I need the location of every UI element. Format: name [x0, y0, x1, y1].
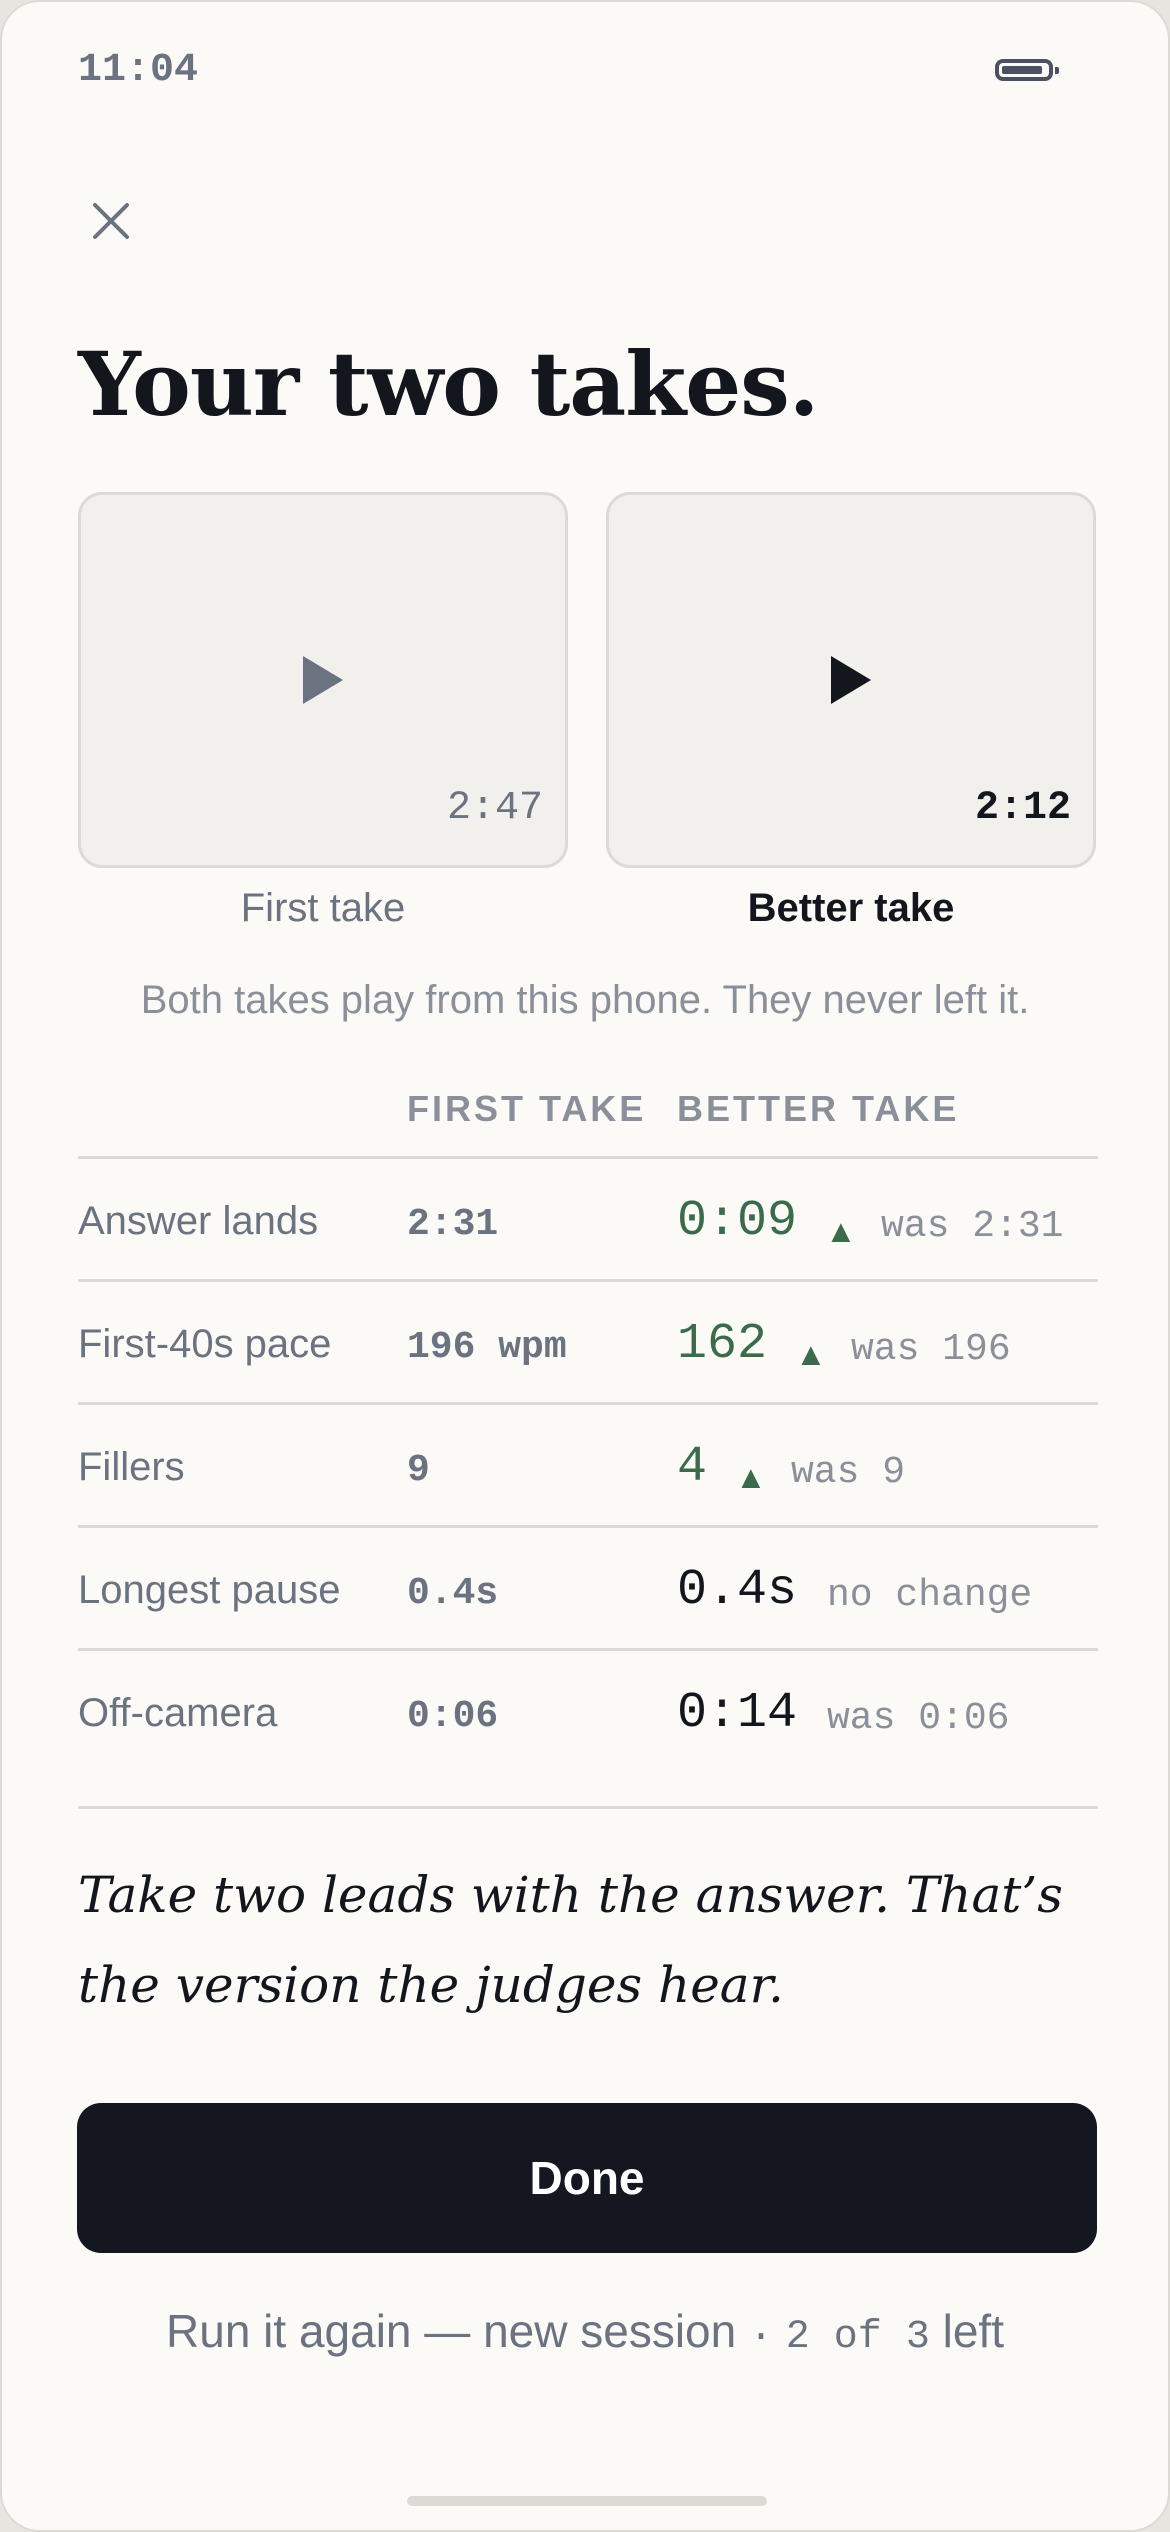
comparison-row: First-40s pace 196 wpm 162 ▲ was 196 — [78, 1282, 1098, 1402]
play-icon — [303, 656, 343, 704]
improvement-arrow-icon: ▲ — [735, 1459, 767, 1495]
better-value: 0:14 — [677, 1685, 798, 1742]
delta-note: was 196 — [851, 1328, 1011, 1371]
metric-label: Fillers — [78, 1445, 185, 1489]
comparison-row: Off-camera 0:06 0:14 was 0:06 — [78, 1651, 1098, 1771]
first-take-duration: 2:47 — [446, 786, 543, 831]
comparison-row: Answer lands 2:31 0:09 ▲ was 2:31 — [78, 1159, 1098, 1279]
improvement-arrow-icon: ▲ — [795, 1336, 827, 1372]
column-header-better: BETTER TAKE — [677, 1088, 960, 1129]
better-take-duration: 2:12 — [974, 786, 1071, 831]
sessions-left-count: 2 of 3 — [785, 2315, 930, 2360]
delta-note: was 9 — [791, 1451, 906, 1494]
run-again-text: Run it again — new session — [166, 2305, 737, 2357]
first-value: 196 wpm — [407, 1326, 567, 1369]
first-take-video[interactable]: 2:47 — [78, 492, 568, 868]
delta-note: no change — [827, 1574, 1033, 1617]
delta-note: was 0:06 — [827, 1697, 1010, 1740]
page-title: Your two takes. — [78, 332, 819, 436]
first-value: 0:06 — [407, 1695, 499, 1738]
first-take-label: First take — [240, 886, 406, 930]
run-again-link[interactable]: Run it again — new session · 2 of 3 left — [2, 2304, 1168, 2360]
battery-icon — [995, 59, 1059, 81]
comparison-row: Longest pause 0.4s 0.4s no change — [78, 1528, 1098, 1648]
close-icon — [93, 203, 129, 239]
metric-label: Off-camera — [78, 1691, 278, 1735]
privacy-note: Both takes play from this phone. They ne… — [140, 978, 1030, 1022]
column-header-first: FIRST TAKE — [407, 1088, 647, 1129]
better-value: 0.4s — [677, 1562, 798, 1619]
metric-label: Answer lands — [78, 1199, 319, 1243]
home-indicator[interactable] — [407, 2496, 767, 2506]
first-value: 0.4s — [407, 1572, 499, 1615]
better-take-video[interactable]: 2:12 — [606, 492, 1096, 868]
first-value: 2:31 — [407, 1203, 499, 1246]
comparison-row: Fillers 9 4 ▲ was 9 — [78, 1405, 1098, 1525]
summary-quote: Take two leads with the answer. That’s t… — [78, 1866, 1063, 2014]
improvement-arrow-icon: ▲ — [825, 1213, 857, 1249]
better-value: 162 — [677, 1316, 768, 1373]
better-take-label: Better take — [747, 886, 955, 930]
metric-label: Longest pause — [78, 1568, 341, 1612]
better-value: 4 — [677, 1439, 708, 1496]
first-value: 9 — [407, 1449, 430, 1492]
done-button[interactable]: Done — [77, 2103, 1097, 2253]
play-icon — [831, 656, 871, 704]
close-button[interactable] — [88, 198, 134, 244]
delta-note: was 2:31 — [881, 1205, 1064, 1248]
status-time: 11:04 — [78, 48, 199, 93]
sessions-left-suffix: left — [942, 2305, 1004, 2357]
metric-label: First-40s pace — [78, 1322, 332, 1366]
phone-screen: 11:04 Your two takes. 2:47 2:12 First ta… — [0, 0, 1170, 2532]
divider — [78, 1806, 1098, 1809]
separator-dot: · — [749, 2315, 774, 2360]
better-value: 0:09 — [677, 1193, 798, 1250]
